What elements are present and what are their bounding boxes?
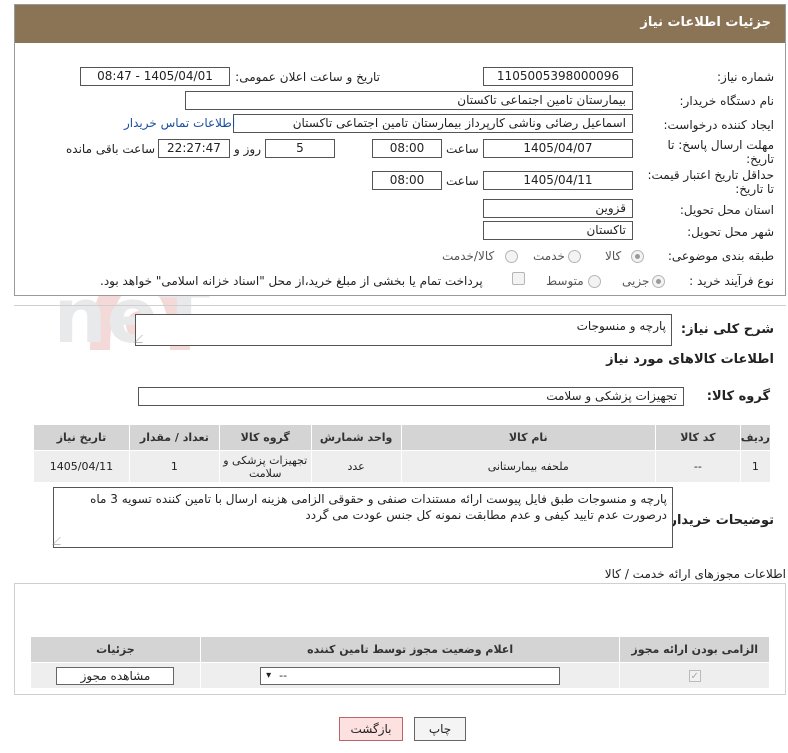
need-number-field[interactable]: 1105005398000096 <box>483 67 633 86</box>
cell-group: تجهیزات پزشکی و سلامت <box>218 450 312 483</box>
permit-status-value: -- <box>279 668 288 682</box>
remaining-label: ساعت باقی مانده <box>66 142 156 156</box>
cell-unit: عدد <box>310 450 402 483</box>
reply-time-field[interactable]: 08:00 <box>372 139 442 158</box>
col-unit: واحد شمارش <box>310 424 402 451</box>
buyer-org-field[interactable]: بیمارستان تامین اجتماعی تاکستان <box>185 91 633 110</box>
col-qty: تعداد / مقدار <box>128 424 220 451</box>
price-time-field[interactable]: 08:00 <box>372 171 442 190</box>
buyer-contact-link[interactable]: اطلاعات تماس خریدار <box>124 116 235 130</box>
requester-label: ایجاد کننده درخواست: <box>663 118 774 132</box>
reply-time-label: ساعت <box>446 142 479 156</box>
permit-required-check-icon: ✓ <box>688 670 701 682</box>
col-name: نام کالا <box>400 424 656 451</box>
announce-label: تاریخ و ساعت اعلان عمومی: <box>235 70 380 84</box>
table-row: ✓ -- ▾ مشاهده مجوز <box>30 662 770 689</box>
chevron-down-icon: ▾ <box>266 669 272 681</box>
process-option-medium: متوسط <box>546 274 584 288</box>
city-field[interactable]: تاکستان <box>483 221 633 240</box>
city-label: شهر محل تحویل: <box>687 225 774 239</box>
announce-field[interactable]: 1405/04/01 - 08:47 <box>80 67 230 86</box>
price-date-field[interactable]: 1405/04/11 <box>483 171 633 190</box>
reply-deadline-label: مهلت ارسال پاسخ: تا <box>667 138 774 152</box>
cell-date: 1405/04/11 <box>33 450 130 483</box>
reply-deadline-label-2: تاریخ: <box>746 152 774 166</box>
remaining-time-field[interactable]: 22:27:47 <box>158 139 230 158</box>
cell-name: ملحفه بیمارستانی <box>400 450 656 483</box>
view-permit-button[interactable]: مشاهده مجوز <box>56 666 175 685</box>
divider <box>14 305 786 306</box>
description-text: پارچه و منسوجات <box>576 319 666 333</box>
days-field[interactable]: 5 <box>265 139 335 158</box>
description-label: شرح کلی نیاز: <box>680 322 774 337</box>
goods-table: ردیف کد کالا نام کالا واحد شمارش گروه کا… <box>33 424 772 483</box>
buyer-notes-textarea[interactable]: پارچه و منسوجات طبق فایل پیوست ارائه مست… <box>52 487 673 548</box>
category-radio-goods[interactable] <box>631 250 644 263</box>
treasury-payment-note: پرداخت تمام یا بخشی از مبلغ خرید،از محل … <box>100 274 483 288</box>
province-label: استان محل تحویل: <box>679 203 774 217</box>
category-radio-both[interactable] <box>505 250 518 263</box>
process-radio-minor[interactable] <box>652 275 665 288</box>
days-label: روز و <box>234 142 261 156</box>
cell-code: -- <box>654 450 741 483</box>
buyer-notes-label: توضیحات خریدار: <box>664 513 774 528</box>
process-radio-medium[interactable] <box>588 275 601 288</box>
col-date: تاریخ نیاز <box>33 424 130 451</box>
back-button[interactable]: بازگشت <box>339 717 403 741</box>
requester-field[interactable]: اسماعیل رضائی وناشی کارپرداز بیمارستان ت… <box>233 114 633 133</box>
permit-required-cell: ✓ <box>619 662 770 689</box>
col-group: گروه کالا <box>218 424 312 451</box>
process-label: نوع فرآیند خرید : <box>689 274 774 288</box>
table-row[interactable]: 1 -- ملحفه بیمارستانی عدد تجهیزات پزشکی … <box>33 450 772 483</box>
resize-grip-icon[interactable] <box>52 537 68 545</box>
category-option-goods: کالا <box>605 249 622 263</box>
col-permit-status: اعلام وضعیت مجوز توسط تامین کننده <box>199 636 621 663</box>
goods-section-title: اطلاعات کالاهای مورد نیاز <box>606 352 774 367</box>
process-option-minor: جزیی <box>622 274 650 288</box>
col-code: کد کالا <box>654 424 741 451</box>
permits-title: اطلاعات مجوزهای ارائه خدمت / کالا <box>604 567 786 581</box>
col-row: ردیف <box>739 424 772 451</box>
category-option-service: خدمت <box>533 249 565 263</box>
buyer-org-label: نام دستگاه خریدار: <box>679 94 775 108</box>
permit-status-select[interactable]: -- ▾ <box>260 666 561 685</box>
need-number-label: شماره نیاز: <box>717 70 774 84</box>
cell-qty: 1 <box>128 450 220 483</box>
category-radio-service[interactable] <box>568 250 581 263</box>
permits-table: الزامی بودن ارائه مجوز اعلام وضعیت مجوز … <box>30 636 770 689</box>
reply-date-field[interactable]: 1405/04/07 <box>483 139 633 158</box>
price-validity-label: حداقل تاریخ اعتبار قیمت: <box>647 168 774 182</box>
price-time-label: ساعت <box>446 174 479 188</box>
permit-details-cell: مشاهده مجوز <box>30 662 201 689</box>
permit-status-cell: -- ▾ <box>199 662 621 689</box>
category-label: طبقه بندی موضوعی: <box>667 249 774 263</box>
province-field[interactable]: قزوین <box>483 199 633 218</box>
category-option-both: کالا/خدمت <box>442 249 495 263</box>
cell-row: 1 <box>739 450 772 483</box>
price-validity-label-2: تا تاریخ: <box>735 182 774 196</box>
page-title: جزئیات اطلاعات نیاز <box>15 5 785 43</box>
goods-table-header: ردیف کد کالا نام کالا واحد شمارش گروه کا… <box>33 424 772 451</box>
goods-group-label: گروه کالا: <box>706 389 770 404</box>
buyer-notes-text: پارچه و منسوجات طبق فایل پیوست ارائه مست… <box>90 492 667 522</box>
resize-grip-icon[interactable] <box>134 335 150 343</box>
permits-table-header: الزامی بودن ارائه مجوز اعلام وضعیت مجوز … <box>30 636 770 663</box>
description-textarea[interactable]: پارچه و منسوجات <box>134 314 672 346</box>
goods-group-field[interactable]: تجهیزات پزشکی و سلامت <box>138 387 684 406</box>
print-button[interactable]: چاپ <box>414 717 466 741</box>
treasury-payment-checkbox[interactable] <box>512 272 525 285</box>
col-permit-details: جزئیات <box>30 636 201 663</box>
col-permit-required: الزامی بودن ارائه مجوز <box>619 636 770 663</box>
